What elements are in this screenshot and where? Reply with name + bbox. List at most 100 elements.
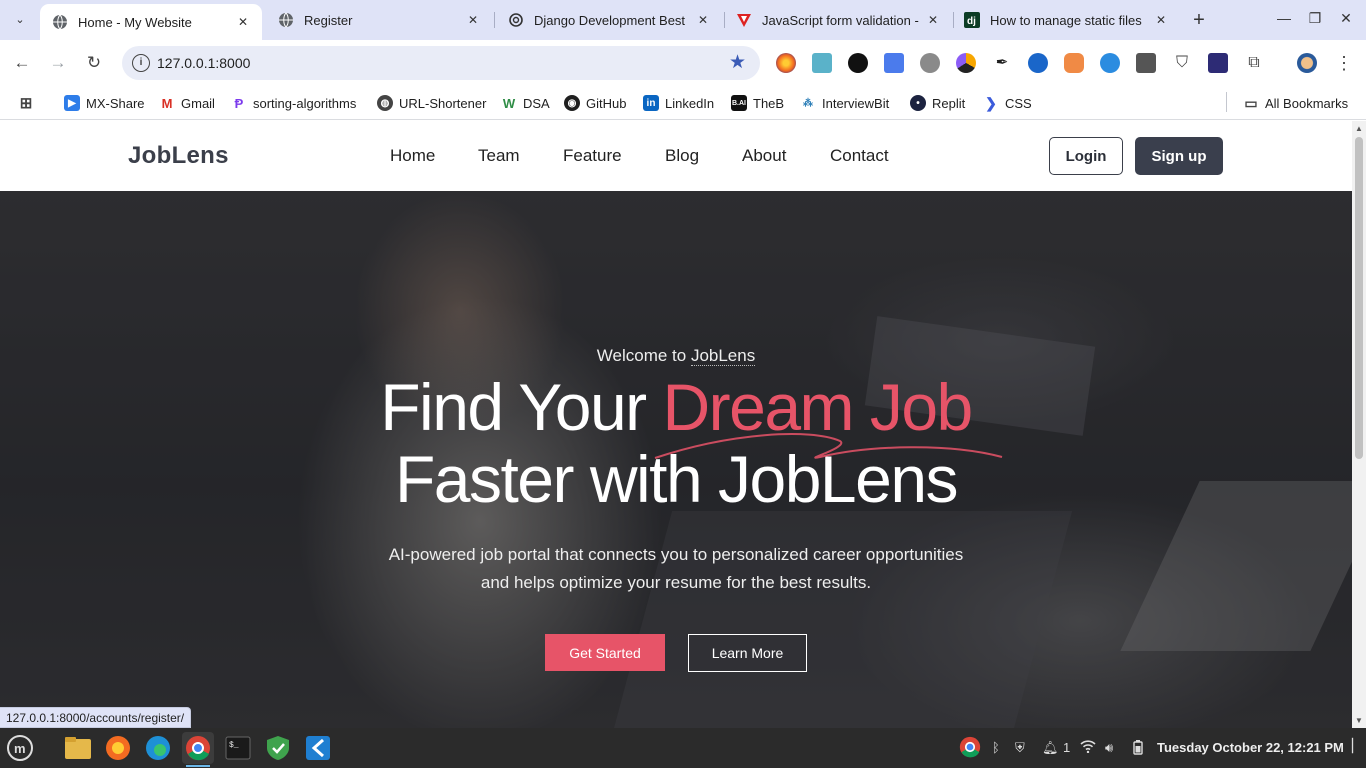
nav-contact[interactable]: Contact [830, 146, 889, 166]
shield-tray-icon[interactable]: ⛨ [1015, 740, 1025, 756]
reload-icon[interactable]: ↻ [83, 52, 105, 74]
tab-js-validation[interactable]: JavaScript form validation - ✕ [724, 0, 952, 40]
bookmark-interviewbit[interactable]: ⁂ InterviewBit [800, 93, 889, 113]
bookmark-dsa[interactable]: W DSA [501, 93, 550, 113]
signup-button[interactable]: Sign up [1135, 137, 1223, 175]
close-tab-icon[interactable]: ✕ [1152, 11, 1170, 29]
folder-icon: ▭ [1244, 94, 1258, 111]
extension-icon[interactable] [812, 53, 832, 73]
close-window-icon[interactable]: ✕ [1336, 10, 1356, 27]
bookmark-gmail[interactable]: M Gmail [159, 93, 215, 113]
all-bookmarks-button[interactable]: ▭ All Bookmarks [1243, 93, 1348, 113]
nav-team[interactable]: Team [478, 146, 520, 166]
puzzle-icon[interactable]: ⧉ [1244, 53, 1264, 73]
tab-register[interactable]: Register ✕ [266, 0, 492, 40]
extension-icon[interactable] [1028, 53, 1048, 73]
bookmark-sorting-algorithms[interactable]: Ᵽ sorting-algorithms [231, 93, 357, 113]
firefox-extension-icon[interactable] [776, 53, 796, 73]
show-desktop-icon[interactable]: ▏ [1352, 738, 1362, 754]
link-status-bar: 127.0.0.1:8000/accounts/register/ [0, 707, 192, 728]
extension-icon[interactable] [1064, 53, 1084, 73]
eyedropper-icon[interactable]: ✒ [992, 53, 1012, 73]
welcome-prefix: Welcome to [596, 346, 691, 365]
key-extension-icon[interactable] [1136, 53, 1156, 73]
extension-icon[interactable] [1100, 53, 1120, 73]
nav-home[interactable]: Home [390, 146, 435, 166]
get-started-button[interactable]: Get Started [545, 634, 665, 671]
tab-home[interactable]: Home - My Website ✕ [40, 4, 262, 40]
terminal-icon[interactable]: $_ [222, 732, 254, 764]
theb-icon: B.AI [731, 95, 747, 111]
bookmark-theb[interactable]: B.AI TheB [731, 93, 784, 113]
bookmark-github[interactable]: ◉ GitHub [564, 93, 626, 113]
interviewbit-icon: ⁂ [803, 97, 813, 109]
tab-django[interactable]: Django Development Best ✕ [496, 0, 722, 40]
menu-dots-icon[interactable]: ⋮ [1334, 53, 1354, 73]
volume-icon[interactable]: 🔊︎ [1105, 740, 1113, 756]
nav-blog[interactable]: Blog [665, 146, 699, 166]
bookmark-mx-share[interactable]: ▶ MX-Share [64, 93, 145, 113]
github-icon: ◉ [564, 95, 580, 111]
new-tab-icon[interactable]: + [1188, 9, 1210, 31]
bug-extension-icon[interactable] [920, 53, 940, 73]
css-icon: ❯ [985, 94, 997, 111]
tab-separator [494, 12, 495, 28]
vscode-icon[interactable] [302, 732, 334, 764]
maximize-icon[interactable]: ❐ [1305, 10, 1325, 27]
apps-grid-icon[interactable]: ⊞ [18, 93, 40, 113]
wc-extension-icon[interactable] [848, 53, 868, 73]
browser-toolbar: ← → ↻ i 127.0.0.1:8000 ★ ✒ ⛉ 19 ⧉ ⋮ [0, 40, 1366, 113]
tab-search-icon[interactable]: ⌄ [8, 7, 32, 31]
notification-bell-icon[interactable]: 🔔︎ [1042, 740, 1059, 756]
forward-icon[interactable]: → [47, 52, 69, 74]
scroll-down-icon[interactable]: ▼ [1355, 716, 1363, 725]
scroll-up-icon[interactable]: ▲ [1355, 124, 1363, 133]
bluetooth-icon[interactable]: ᛒ [992, 740, 1000, 755]
translate-extension-icon[interactable] [884, 53, 904, 73]
bookmark-css[interactable]: ❯ CSS [983, 93, 1032, 113]
graduation-extension-icon[interactable] [1208, 53, 1228, 73]
subtext-line2: and helps optimize your resume for the b… [480, 573, 872, 592]
address-bar[interactable]: i 127.0.0.1:8000 ★ [122, 46, 760, 80]
url-text[interactable]: 127.0.0.1:8000 [157, 55, 250, 71]
tab-title: Home - My Website [78, 14, 192, 30]
back-icon[interactable]: ← [11, 52, 33, 74]
globe-icon [52, 14, 68, 30]
bookmark-extension-icon[interactable]: ⛉ [1172, 53, 1192, 73]
bookmarks-separator [1226, 92, 1227, 112]
extension-icon[interactable] [956, 53, 976, 73]
minimize-icon[interactable]: — [1274, 10, 1294, 26]
tab-django-static[interactable]: dj How to manage static files ✕ [952, 0, 1180, 40]
close-tab-icon[interactable]: ✕ [464, 11, 482, 29]
close-tab-icon[interactable]: ✕ [694, 11, 712, 29]
shield-app-icon[interactable] [262, 732, 294, 764]
taskbar-clock[interactable]: Tuesday October 22, 12:21 PM [1157, 740, 1344, 755]
firefox-icon[interactable] [102, 732, 134, 764]
nav-feature[interactable]: Feature [563, 146, 622, 166]
close-tab-icon[interactable]: ✕ [924, 11, 942, 29]
django-icon: dj [964, 12, 980, 28]
bookmark-label: sorting-algorithms [253, 95, 357, 111]
bookmark-replit[interactable]: • Replit [910, 93, 965, 113]
mint-menu-icon[interactable]: m [4, 732, 36, 764]
files-icon[interactable] [62, 732, 94, 764]
chrome-tray-icon[interactable] [959, 736, 981, 761]
gfg-icon: W [502, 95, 516, 111]
bookmark-label: URL-Shortener [399, 95, 487, 111]
nav-about[interactable]: About [742, 146, 786, 166]
site-logo[interactable]: JobLens [128, 142, 229, 170]
learn-more-button[interactable]: Learn More [688, 634, 807, 672]
battery-icon[interactable] [1133, 740, 1143, 758]
bookmark-star-icon[interactable]: ★ [729, 51, 746, 74]
profile-avatar[interactable] [1297, 53, 1317, 73]
scrollbar-thumb[interactable] [1355, 137, 1363, 459]
wifi-icon[interactable] [1080, 740, 1096, 756]
edge-icon[interactable] [142, 732, 174, 764]
chrome-icon[interactable] [182, 732, 214, 767]
bookmark-linkedin[interactable]: in LinkedIn [643, 93, 714, 113]
page-scrollbar[interactable]: ▲ ▼ [1352, 121, 1366, 728]
bookmark-url-shortener[interactable]: ◍ URL-Shortener [377, 93, 486, 113]
login-button[interactable]: Login [1049, 137, 1123, 175]
close-tab-icon[interactable]: ✕ [234, 13, 252, 31]
site-info-icon[interactable]: i [132, 54, 150, 72]
